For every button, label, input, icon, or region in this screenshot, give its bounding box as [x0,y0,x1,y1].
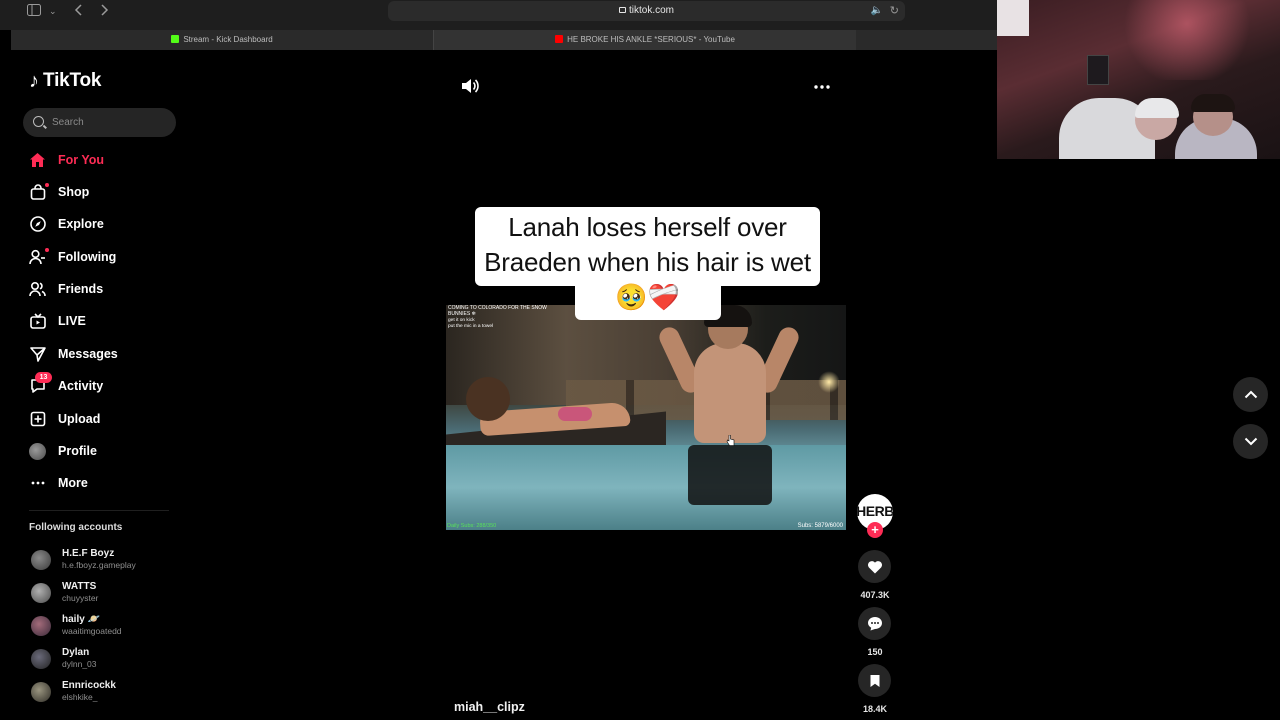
tiktok-note-icon: ♪ [29,70,39,92]
sidebar-item-upload[interactable]: Upload [29,403,179,435]
chevron-down-icon [1244,437,1257,446]
follow-plus-button[interactable]: + [867,522,883,538]
video-subject-woman [460,377,640,437]
chevron-down-icon[interactable]: ⌄ [49,4,57,18]
profile-avatar [29,442,46,460]
sidebar-item-messages[interactable]: Messages [29,338,179,370]
shopping-bag-icon [29,182,49,201]
reload-icon[interactable]: ↻ [890,4,899,17]
tiktok-logo[interactable]: ♪ TikTok [29,70,101,92]
messages-icon [29,346,46,363]
address-bar-text: tiktok.com [388,5,905,16]
following-dot-badge [45,247,49,252]
video-author-username[interactable]: miah__clipz [454,700,525,714]
back-icon[interactable] [74,4,84,18]
video-caption: Lanah loses herself over Braeden when hi… [484,212,811,312]
search-input[interactable] [52,108,170,137]
sidebar-item-for-you[interactable]: For You [29,144,179,176]
tab-kick-dashboard[interactable]: Stream - Kick Dashboard [11,30,433,50]
following-account-item[interactable]: H.E.F Boyz h.e.fboyz.gameplay [31,548,181,576]
following-account-item[interactable]: WATTS chuyyster [31,581,181,609]
chevron-up-icon [1244,390,1257,399]
heart-icon [867,560,882,573]
save-count: 18.4K [862,704,888,714]
live-icon [29,313,46,330]
save-button[interactable] [858,664,891,697]
sidebar-item-friends[interactable]: Friends [29,273,179,305]
comment-icon [867,617,882,631]
next-video-button[interactable] [1233,424,1268,459]
following-account-item[interactable]: haily 🪐 waaitimgoatedd [31,614,181,642]
friends-icon [29,281,46,298]
daily-subs-counter: Daily Subs: 288/350 [447,523,497,529]
video-player[interactable]: COMING TO COLORADO FOR THE SNOW BUNNIES … [446,305,846,530]
kick-favicon-icon [171,35,180,43]
avatar [31,616,51,636]
hand-cursor-icon [726,435,735,446]
tab-youtube[interactable]: HE BROKE HIS ANKLE *SERIOUS* - YouTube [434,30,856,50]
divider [29,510,169,511]
comment-count: 150 [867,647,883,657]
home-icon [29,152,46,169]
tab-strip: Stream - Kick Dashboard HE BROKE HIS ANK… [11,30,997,50]
upload-icon [29,411,46,428]
youtube-favicon-icon [555,35,564,43]
address-bar[interactable]: tiktok.com 🔈 ↻ [388,1,905,21]
sidebar-item-more[interactable]: More [29,467,179,499]
search-icon[interactable] [33,116,44,127]
like-button[interactable] [858,550,891,583]
sidebar-toggle-icon[interactable] [27,4,41,18]
stream-chat-line: put the mic in a towel [448,324,494,329]
previous-video-button[interactable] [1233,377,1268,412]
following-icon [29,247,49,266]
compass-icon [29,216,46,233]
subs-counter: Subs: 5879/6000 [797,523,843,529]
like-count: 407.3K [860,590,890,600]
activity-icon: 13 [29,371,52,395]
browser-toolbar: ⌄ tiktok.com 🔈 ↻ [0,0,997,30]
bookmark-icon [870,674,879,687]
audio-playing-icon[interactable]: 🔈 [871,5,883,16]
avatar [31,550,51,570]
avatar [31,649,51,669]
sidebar-item-live[interactable]: LIVE [29,305,179,337]
activity-count-badge: 13 [35,371,52,383]
webcam-overlay [997,0,1280,159]
lock-icon [618,7,626,13]
volume-icon[interactable] [460,77,480,95]
shop-dot-badge [45,182,49,187]
forward-icon[interactable] [99,4,109,18]
sidebar-item-activity[interactable]: 13 Activity [29,370,179,402]
comment-button[interactable] [858,607,891,640]
search-bar [23,108,176,137]
sidebar-item-following[interactable]: Following [29,241,179,273]
following-account-item[interactable]: Ennricockk elshkike_ [31,680,181,708]
video-subject-man [656,305,802,530]
avatar [31,682,51,702]
more-icon [29,475,46,492]
following-accounts-heading: Following accounts [29,522,123,533]
sidebar-item-explore[interactable]: Explore [29,208,179,240]
following-account-item[interactable]: Dylan dylnn_03 [31,647,181,675]
sidebar-item-shop[interactable]: Shop [29,176,179,208]
sidebar-item-profile[interactable]: Profile [29,435,179,467]
avatar [31,583,51,603]
more-options-icon[interactable] [811,76,833,94]
